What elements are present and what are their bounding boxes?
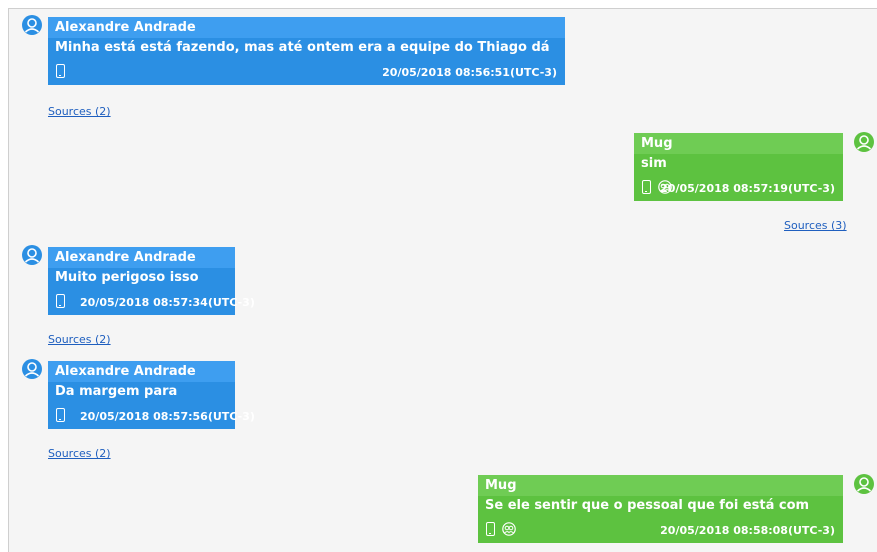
message-bubble: Alexandre Andrade Da margem para atuarem… [48, 361, 255, 429]
sender-name: Mug [478, 475, 843, 496]
sources-link[interactable]: Sources (2) [48, 105, 111, 118]
message-footer: 20/05/2018 08:56:51(UTC-3) [48, 60, 565, 85]
user-icon [856, 135, 872, 150]
sources-link[interactable]: Sources (2) [48, 333, 111, 346]
message-timestamp: 20/05/2018 08:58:08(UTC-3) [660, 524, 835, 537]
sender-name: Mug [634, 133, 843, 154]
user-icon [24, 248, 40, 263]
sender-name: Alexandre Andrade [48, 17, 565, 38]
message-timestamp: 20/05/2018 08:56:51(UTC-3) [382, 66, 557, 79]
avatar-alexandre [22, 15, 42, 35]
group-icon [502, 522, 516, 536]
message-text: sim [634, 154, 843, 176]
phone-icon [56, 408, 65, 422]
message-text: Minha está está fazendo, mas até ontem e… [48, 38, 565, 75]
sender-name: Alexandre Andrade [48, 361, 235, 382]
message-footer: 20/05/2018 08:58:08(UTC-3) [478, 518, 843, 543]
message-footer: 20/05/2018 08:57:56(UTC-3) [48, 404, 255, 429]
message-text: Da margem para atuarem [48, 382, 235, 419]
chat-transcript: Alexandre Andrade Minha está está fazend… [8, 8, 877, 552]
phone-icon [642, 180, 651, 194]
message-bubble: Mug sim 20/05/2018 08:57:19(UTC-3) [634, 133, 843, 201]
message-bubble: Alexandre Andrade Muito perigoso isso 20… [48, 247, 255, 315]
sources-link[interactable]: Sources (3) [784, 219, 847, 232]
message-bubble: Mug Se ele sentir que o pessoal que foi … [478, 475, 843, 543]
message-timestamp: 20/05/2018 08:57:19(UTC-3) [660, 182, 835, 195]
phone-icon [56, 294, 65, 308]
user-icon [24, 18, 40, 33]
message-text: Se ele sentir que o pessoal que foi está… [478, 496, 843, 533]
message-footer: 20/05/2018 08:57:34(UTC-3) [48, 290, 255, 315]
user-icon [856, 477, 872, 492]
message-timestamp: 20/05/2018 08:57:34(UTC-3) [80, 296, 255, 309]
phone-icon [56, 64, 65, 78]
phone-icon [486, 522, 495, 536]
message-bubble: Alexandre Andrade Minha está está fazend… [48, 17, 565, 85]
avatar-mug [854, 474, 874, 494]
message-footer: 20/05/2018 08:57:19(UTC-3) [634, 176, 843, 201]
avatar-mug [854, 132, 874, 152]
avatar-alexandre [22, 245, 42, 265]
avatar-alexandre [22, 359, 42, 379]
sender-name: Alexandre Andrade [48, 247, 235, 268]
sources-link[interactable]: Sources (2) [48, 447, 111, 460]
message-text: Muito perigoso isso [48, 268, 235, 290]
user-icon [24, 362, 40, 377]
message-timestamp: 20/05/2018 08:57:56(UTC-3) [80, 410, 255, 423]
